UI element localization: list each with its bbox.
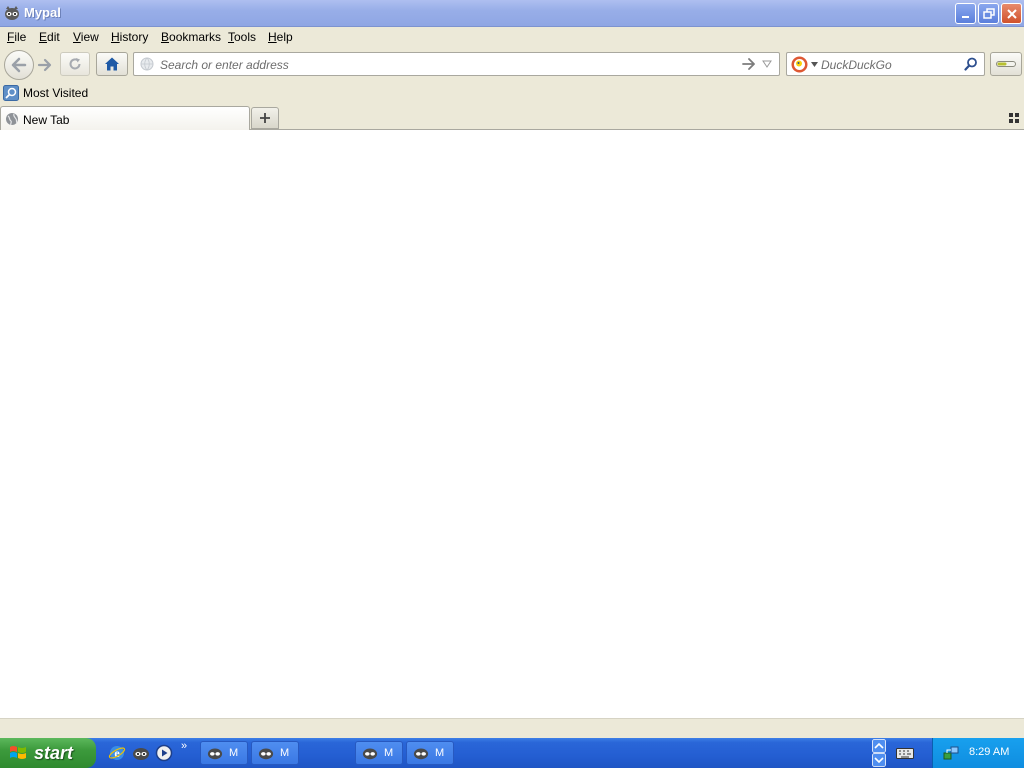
menu-tools[interactable]: Tools: [228, 30, 256, 44]
taskbar-button-label: M: [229, 747, 239, 759]
tab-strip: New Tab: [0, 105, 1024, 131]
search-icon[interactable]: [964, 57, 978, 71]
menu-bar: File Edit View History Bookmarks Tools H…: [0, 27, 1024, 47]
taskbar-button-mypal-3[interactable]: M: [355, 741, 403, 765]
mypal-raccoon-icon: [413, 748, 429, 760]
taskbar-button-mypal-4[interactable]: M: [406, 741, 454, 765]
mypal-raccoon-icon: [5, 6, 19, 20]
url-history-dropdown-icon[interactable]: [762, 60, 772, 68]
close-button[interactable]: [1001, 3, 1022, 24]
duckduckgo-icon[interactable]: [791, 56, 808, 73]
bookmark-label: Most Visited: [23, 86, 89, 100]
loading-bar-icon: [996, 61, 1016, 67]
most-visited-folder-icon: [3, 85, 19, 101]
taskbar-empty-slot: [302, 741, 354, 765]
menu-bookmarks[interactable]: Bookmarks: [161, 30, 221, 44]
engine-dropdown-icon[interactable]: [811, 62, 818, 67]
windows-logo-icon: [10, 746, 26, 759]
back-arrow-icon: [11, 57, 27, 73]
forward-arrow-icon: [37, 58, 52, 72]
minimize-button[interactable]: [955, 3, 976, 24]
page-identity-globe-icon: [140, 57, 154, 71]
menu-file[interactable]: File: [7, 30, 26, 44]
menu-view[interactable]: View: [73, 30, 99, 44]
media-player-icon[interactable]: [155, 744, 173, 762]
window-title: Mypal: [24, 5, 61, 20]
mypal-raccoon-icon[interactable]: [132, 744, 150, 762]
start-label: start: [34, 742, 74, 763]
mypal-raccoon-icon: [207, 748, 223, 760]
taskbar-button-mypal-1[interactable]: M: [200, 741, 248, 765]
close-icon: [1006, 8, 1017, 19]
address-bar[interactable]: [133, 52, 780, 76]
title-bar[interactable]: Mypal: [0, 0, 1024, 27]
go-arrow-icon[interactable]: [742, 58, 756, 70]
menu-help[interactable]: Help: [268, 30, 293, 44]
keyboard-icon[interactable]: [896, 746, 914, 760]
status-bar: [0, 718, 1024, 738]
bookmarks-toolbar: Most Visited: [0, 83, 1024, 105]
mypal-raccoon-icon: [258, 748, 274, 760]
all-tabs-grid-icon[interactable]: [1008, 112, 1020, 124]
mypal-raccoon-icon: [362, 748, 378, 760]
taskbar-button-label: M: [280, 747, 290, 759]
home-button[interactable]: [96, 52, 128, 76]
forward-button[interactable]: [34, 55, 56, 75]
url-input[interactable]: [160, 56, 720, 73]
back-button[interactable]: [4, 50, 34, 80]
quick-launch-chevron[interactable]: »: [181, 740, 187, 752]
system-tray: 8:29 AM: [932, 738, 1024, 768]
tab-label: New Tab: [23, 113, 70, 127]
search-input[interactable]: [821, 56, 961, 73]
restore-button[interactable]: [978, 3, 999, 24]
navigation-toolbar: [0, 47, 1024, 83]
taskbar-button-mypal-2[interactable]: M: [251, 741, 299, 765]
plus-icon: [260, 113, 270, 123]
search-bar[interactable]: [786, 52, 985, 76]
minimize-icon: [961, 15, 969, 18]
page-content[interactable]: [0, 130, 1024, 718]
tab-new-tab[interactable]: New Tab: [0, 106, 250, 131]
menu-history[interactable]: History: [111, 30, 148, 44]
restore-icon: [982, 7, 995, 19]
home-icon: [105, 57, 119, 71]
globe-icon: [6, 113, 18, 126]
taskbar-button-label: M: [435, 747, 445, 759]
bookmark-most-visited[interactable]: Most Visited: [3, 85, 88, 101]
new-tab-button[interactable]: [251, 107, 279, 129]
start-button[interactable]: start: [0, 738, 96, 768]
taskbar-scroll-arrows-icon[interactable]: [872, 739, 886, 767]
network-connection-icon[interactable]: [943, 745, 959, 761]
taskbar: start e » M M M M 8:29 AM: [0, 738, 1024, 768]
taskbar-button-label: M: [384, 747, 394, 759]
reload-button[interactable]: [60, 52, 90, 76]
internet-explorer-icon[interactable]: e: [108, 744, 126, 762]
clock[interactable]: 8:29 AM: [969, 746, 1009, 758]
app-menu-button[interactable]: [990, 52, 1022, 76]
reload-icon: [69, 58, 81, 70]
menu-edit[interactable]: Edit: [39, 30, 60, 44]
